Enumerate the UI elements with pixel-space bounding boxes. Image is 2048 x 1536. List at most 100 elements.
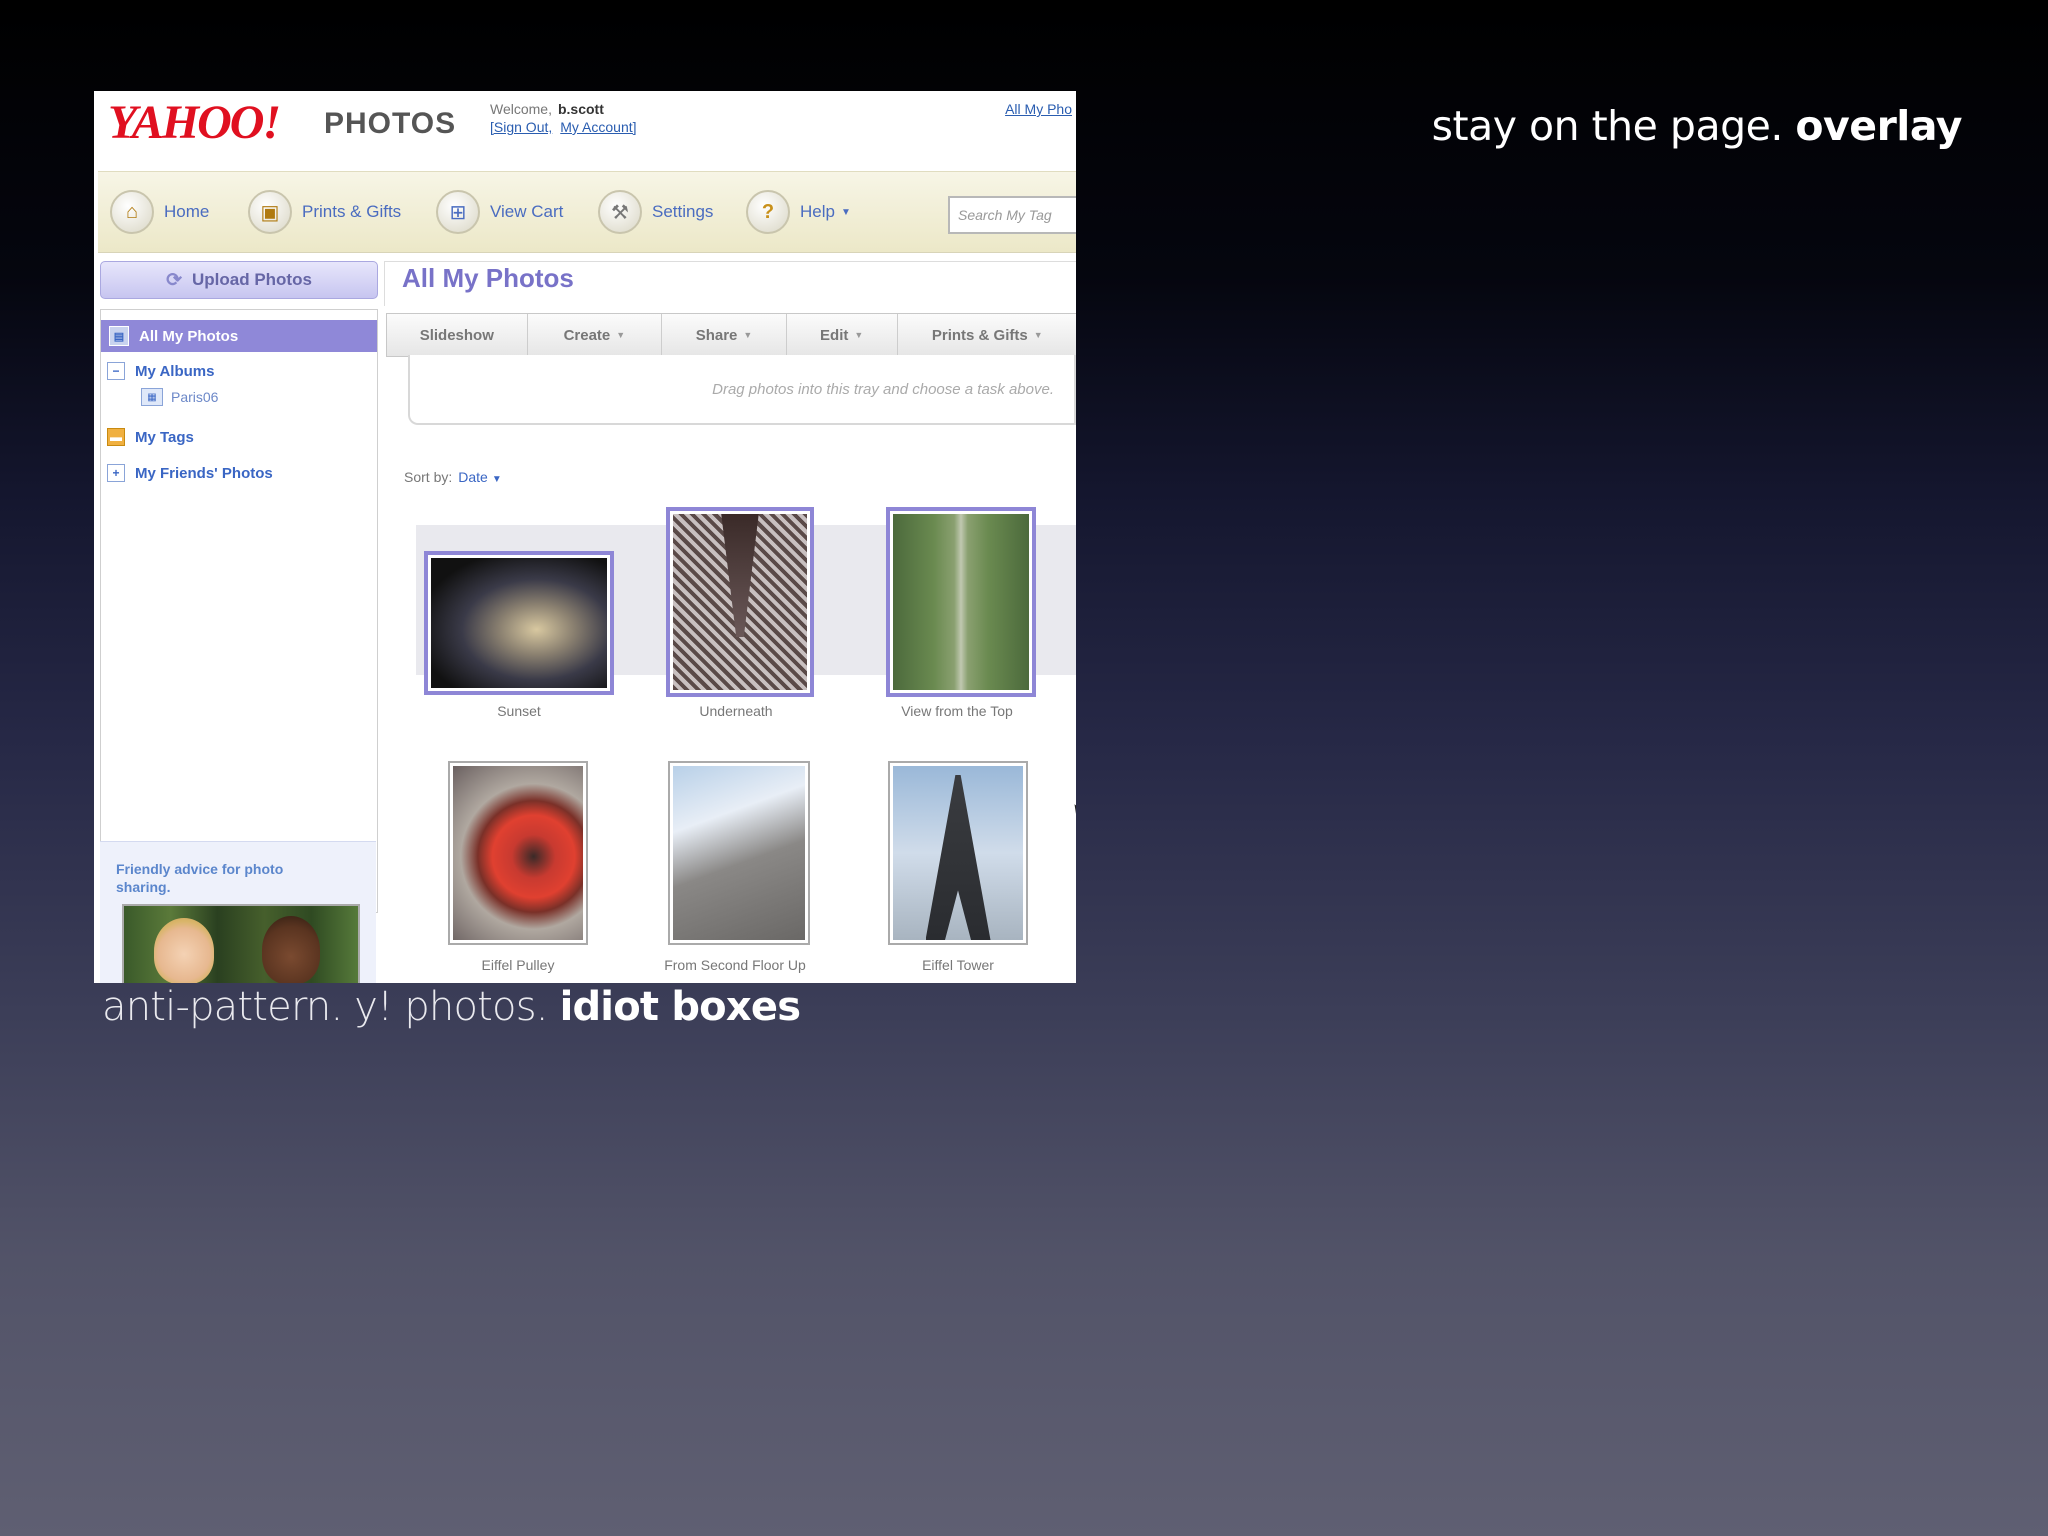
- photo-eiffel-tower[interactable]: Eiffel Tower: [888, 761, 1038, 973]
- sign-out-link[interactable]: [Sign Out,: [490, 119, 552, 135]
- chevron-down-icon: ▼: [840, 206, 851, 218]
- photo-image: [453, 766, 583, 940]
- wrench-icon: ⚒: [598, 190, 642, 234]
- sidebar-item-my-friends-photos[interactable]: + My Friends' Photos: [107, 464, 273, 482]
- child-photo-right: [262, 916, 320, 983]
- photo-frame[interactable]: [666, 507, 814, 697]
- photo-underneath[interactable]: Underneath: [666, 507, 856, 719]
- edit-menu[interactable]: Edit ▼: [787, 314, 898, 356]
- collapse-icon: −: [107, 362, 125, 380]
- account-links: [Sign Out, My Account]: [490, 119, 645, 135]
- slide-caption-plain: anti-pattern. y! photos.: [102, 984, 560, 1030]
- yahoo-photos-screenshot: YAHOO! PHOTOS Welcome, b.scott [Sign Out,…: [94, 91, 1076, 983]
- photo-frame[interactable]: [668, 761, 810, 945]
- advice-image[interactable]: [122, 904, 360, 983]
- photo-caption: View from the Top: [901, 703, 1013, 719]
- photo-image: [893, 514, 1029, 690]
- upload-icon: ⟳: [166, 269, 182, 291]
- sidebar-item-all-my-photos-label: All My Photos: [139, 327, 239, 345]
- help-icon: ?: [746, 190, 790, 234]
- my-account-link[interactable]: My Account]: [560, 119, 636, 135]
- home-icon: ⌂: [110, 190, 154, 234]
- sidebar-item-paris06[interactable]: ▦ Paris06: [141, 388, 218, 406]
- share-menu[interactable]: Share ▼: [662, 314, 787, 356]
- slide-caption-bold: idiot boxes: [559, 984, 801, 1030]
- photo-caption: Eiffel Pulley: [481, 957, 555, 973]
- gift-icon: ▣: [248, 190, 292, 234]
- sidebar-item-paris06-label: Paris06: [171, 389, 219, 405]
- photo-sunset[interactable]: Sunset: [424, 551, 614, 719]
- photo-image: [893, 766, 1023, 940]
- nav-settings[interactable]: ⚒ Settings: [598, 172, 713, 252]
- search-tags-input[interactable]: Search My Tag: [948, 196, 1076, 234]
- photo-image: [431, 558, 607, 688]
- mouse-cursor-icon: [1068, 800, 1076, 824]
- upload-photos-label: Upload Photos: [191, 270, 312, 289]
- photos-wordmark: PHOTOS: [324, 107, 457, 140]
- nav-prints-gifts[interactable]: ▣ Prints & Gifts: [248, 172, 401, 252]
- chevron-down-icon: ▼: [1033, 330, 1043, 340]
- all-my-photos-link[interactable]: All My Pho: [1005, 101, 1072, 117]
- chevron-down-icon: ▼: [491, 474, 502, 485]
- prints-gifts-menu[interactable]: Prints & Gifts ▼: [898, 314, 1076, 356]
- folder-icon: ▬: [107, 428, 125, 446]
- slide-title-bold: overlay: [1795, 102, 1962, 150]
- photo-eiffel-pulley[interactable]: Eiffel Pulley: [448, 761, 598, 973]
- slide-caption: anti-pattern. y! photos. idiot boxes: [102, 984, 801, 1030]
- cart-icon: ⊞: [436, 190, 480, 234]
- advice-text[interactable]: Friendly advice for photo sharing.: [116, 860, 336, 896]
- create-label: Create: [563, 326, 611, 344]
- sidebar-item-my-tags-label: My Tags: [135, 428, 194, 446]
- sidebar-item-my-friends-photos-label: My Friends' Photos: [135, 464, 273, 482]
- nav-view-cart[interactable]: ⊞ View Cart: [436, 172, 563, 252]
- welcome-text: Welcome, b.scott: [490, 101, 604, 117]
- slideshow-button[interactable]: Slideshow: [387, 314, 528, 356]
- photo-caption: Eiffel Tower: [922, 957, 994, 973]
- photo-caption: Sunset: [497, 703, 541, 719]
- photo-frame[interactable]: [888, 761, 1028, 945]
- photo-frame[interactable]: [424, 551, 614, 695]
- photo-tray[interactable]: Drag photos into this tray and choose a …: [408, 355, 1076, 425]
- main-nav: ⌂ Home ▣ Prints & Gifts ⊞ View Cart ⚒ Settin…: [98, 171, 1076, 253]
- album-icon: ▦: [141, 388, 163, 406]
- nav-home-label: Home: [164, 202, 210, 221]
- nav-prints-gifts-label: Prints & Gifts: [302, 202, 402, 221]
- photo-caption: From Second Floor Up: [664, 957, 806, 973]
- nav-home[interactable]: ⌂ Home: [110, 172, 209, 252]
- child-photo-left: [154, 918, 214, 983]
- prints-gifts-label: Prints & Gifts: [931, 326, 1028, 344]
- photo-frame[interactable]: [448, 761, 588, 945]
- yahoo-logo[interactable]: YAHOO!: [108, 95, 281, 150]
- sidebar-item-my-albums-label: My Albums: [135, 362, 215, 380]
- edit-label: Edit: [820, 326, 849, 344]
- slide-title: stay on the page. overlay: [1431, 102, 1963, 150]
- photo-image: [673, 766, 805, 940]
- photo-sharing-advice[interactable]: Friendly advice for photo sharing.: [100, 841, 376, 983]
- upload-photos-button[interactable]: ⟳ Upload Photos: [100, 261, 378, 299]
- nav-help[interactable]: ? Help ▼: [746, 172, 851, 252]
- photos-icon: ▤: [109, 326, 129, 346]
- photo-from-second-floor-up[interactable]: From Second Floor Up: [664, 761, 818, 973]
- tower-beam: [721, 514, 759, 638]
- share-label: Share: [695, 326, 738, 344]
- create-menu[interactable]: Create ▼: [528, 314, 663, 356]
- sidebar-item-all-my-photos[interactable]: ▤ All My Photos: [101, 320, 377, 352]
- sort-control[interactable]: Sort by: Date ▼: [404, 469, 502, 485]
- photo-view-from-the-top[interactable]: View from the Top: [886, 507, 1076, 719]
- sort-value[interactable]: Date: [458, 469, 488, 485]
- chevron-down-icon: ▼: [616, 330, 626, 340]
- sidebar-item-my-albums[interactable]: − My Albums: [107, 362, 214, 380]
- photo-image: [673, 514, 807, 690]
- welcome-label: Welcome,: [490, 101, 552, 117]
- photo-frame[interactable]: [886, 507, 1036, 697]
- expand-icon: +: [107, 464, 125, 482]
- sidebar-item-my-tags[interactable]: ▬ My Tags: [107, 428, 194, 446]
- slideshow-label: Slideshow: [419, 326, 494, 344]
- nav-help-label: Help: [800, 202, 835, 221]
- sort-label: Sort by:: [404, 469, 453, 485]
- photo-toolbar: Slideshow Create ▼ Share ▼ Edit ▼ Prints & …: [386, 313, 1076, 357]
- sidebar: ▤ All My Photos − My Albums ▦ Paris06 ▬ My T…: [100, 309, 378, 913]
- nav-settings-label: Settings: [652, 202, 714, 221]
- header: YAHOO! PHOTOS Welcome, b.scott [Sign Out,…: [94, 91, 1076, 171]
- slide-title-plain: stay on the page.: [1431, 102, 1796, 150]
